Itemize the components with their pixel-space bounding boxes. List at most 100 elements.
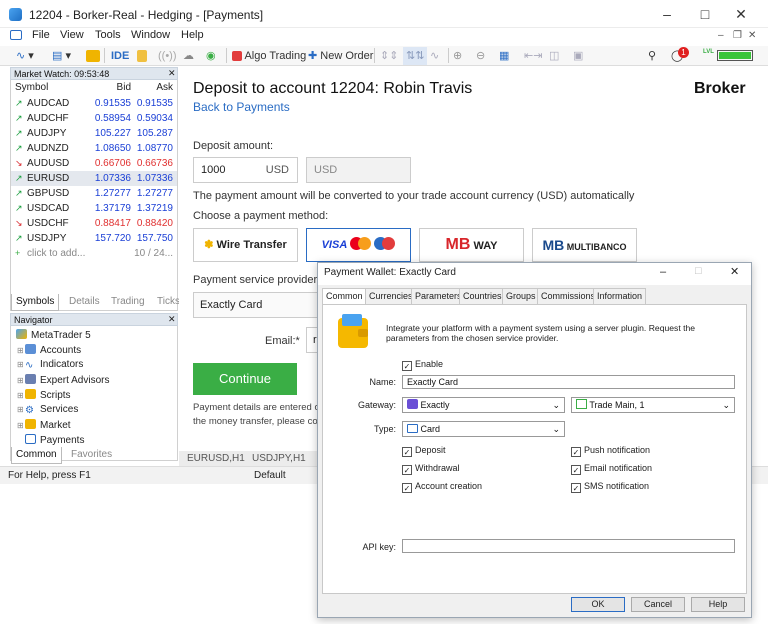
method-wire-transfer[interactable]: ✽ Wire Transfer — [193, 228, 298, 262]
table-row[interactable]: ↗ GBPUSD 1.27277 1.27277 — [11, 186, 177, 201]
window-menu-icon[interactable] — [10, 30, 22, 40]
cloud-icon[interactable]: ☁ — [183, 47, 194, 65]
help-button[interactable]: Help — [691, 597, 745, 612]
type-select[interactable]: Card ⌄ — [402, 421, 565, 437]
nav-item-expert-advisors[interactable]: ⊞ Expert Advisors — [17, 374, 109, 386]
dlg-tab-common[interactable]: Common — [322, 288, 367, 305]
lvl-label: LVL — [703, 49, 714, 55]
dlg-tab-information[interactable]: Information — [593, 288, 647, 304]
table-row[interactable]: ↗ EURUSD 1.07336 1.07336 — [11, 171, 177, 186]
menu-tools[interactable]: Tools — [95, 29, 121, 41]
withdrawal-checkbox[interactable]: ✓ Withdrawal — [402, 463, 460, 475]
tab-common[interactable]: Common — [11, 447, 62, 464]
search-icon[interactable]: ⚲ — [648, 47, 656, 65]
nav-item-market[interactable]: ⊞ Market — [17, 419, 71, 431]
api-key-input[interactable] — [402, 539, 735, 553]
dlg-tab-countries[interactable]: Countries — [459, 288, 506, 304]
name-input[interactable]: Exactly Card — [402, 375, 735, 389]
table-row[interactable]: ↘ USDCHF 0.88417 0.88420 — [11, 216, 177, 231]
grid-icon[interactable]: ▦ — [499, 47, 509, 65]
algo-trading-button[interactable]: Algo Trading — [232, 47, 306, 65]
table-row[interactable]: ↗ USDJPY 157.720 157.750 — [11, 231, 177, 246]
gateway-select[interactable]: Exactly ⌄ — [402, 397, 565, 413]
lock-icon[interactable] — [137, 47, 147, 65]
dlg-tab-parameters[interactable]: Parameters — [411, 288, 466, 304]
provider-select[interactable]: Exactly Card — [193, 292, 323, 318]
menu-help[interactable]: Help — [181, 29, 204, 41]
deposit-checkbox[interactable]: ✓ Deposit — [402, 445, 446, 457]
table-row[interactable]: ↘ AUDUSD 0.66706 0.66736 — [11, 156, 177, 171]
method-mbway[interactable]: MB WAY — [419, 228, 524, 262]
chart-tab-usdjpy[interactable]: USDJPY,H1 — [252, 451, 306, 466]
mdi-minimize-icon[interactable]: – — [718, 30, 724, 41]
chart-type-icon[interactable]: ∿ ▾ — [16, 47, 34, 65]
server-select[interactable]: Trade Main, 1 ⌄ — [571, 397, 735, 413]
nav-item-metatrader[interactable]: MetaTrader 5 — [16, 329, 91, 341]
tab-details[interactable]: Details — [65, 294, 104, 310]
enable-checkbox[interactable]: ✓ Enable — [402, 359, 443, 371]
email-notification-checkbox[interactable]: ✓ Email notification — [571, 463, 652, 475]
mdi-restore-icon[interactable]: ❐ — [733, 30, 742, 41]
tab-favorites[interactable]: Favorites — [67, 447, 116, 463]
dialog-close-icon[interactable]: ✕ — [730, 265, 739, 278]
menu-view[interactable]: View — [60, 29, 84, 41]
account-creation-checkbox[interactable]: ✓ Account creation — [402, 481, 482, 493]
market-icon[interactable] — [86, 47, 100, 65]
method-multibanco[interactable]: MB MULTIBANCO — [532, 228, 637, 262]
shift-icon[interactable]: ◫ — [549, 47, 559, 65]
check-icon: ✓ — [571, 483, 581, 493]
nav-item-scripts[interactable]: ⊞ Scripts — [17, 389, 71, 401]
col-ask[interactable]: Ask — [156, 81, 173, 95]
nav-item-indicators[interactable]: ⊞∿ Indicators — [17, 359, 83, 371]
minimize-icon[interactable]: – — [659, 6, 675, 22]
nav-item-payments[interactable]: Payments — [25, 434, 84, 446]
vps-icon[interactable]: ◉ — [206, 47, 216, 65]
sms-notification-checkbox[interactable]: ✓ SMS notification — [571, 481, 649, 493]
continue-button[interactable]: Continue — [193, 363, 297, 395]
chevron-down-icon: ⌄ — [552, 424, 560, 434]
menu-file[interactable]: File — [32, 29, 50, 41]
table-row[interactable]: ↗ AUDJPY 105.227 105.287 — [11, 126, 177, 141]
table-row[interactable]: ↗ AUDCHF 0.58954 0.59034 — [11, 111, 177, 126]
zoom-in-icon[interactable]: ⊕ — [453, 47, 462, 65]
method-visa-card[interactable]: VISA — [306, 228, 411, 262]
screenshot-icon[interactable]: ▣ — [573, 47, 583, 65]
dlg-tab-commissions[interactable]: Commissions — [537, 288, 600, 304]
bars-icon[interactable]: ⇕⇕ — [380, 47, 398, 65]
dialog-minimize-icon[interactable]: – — [660, 266, 666, 278]
tab-symbols[interactable]: Symbols — [11, 294, 60, 311]
chart-tab-eurusd[interactable]: EURUSD,H1 — [187, 451, 245, 466]
ok-button[interactable]: OK — [571, 597, 625, 612]
cancel-button[interactable]: Cancel — [631, 597, 685, 612]
table-row[interactable]: ↗ AUDNZD 1.08650 1.08770 — [11, 141, 177, 156]
nav-item-accounts[interactable]: ⊞ Accounts — [17, 344, 81, 356]
dlg-tab-groups[interactable]: Groups — [502, 288, 540, 304]
candles-icon[interactable]: ⇅⇅ — [403, 47, 428, 65]
type-label: Type: — [373, 424, 396, 434]
line-chart-icon[interactable]: ∿ — [430, 47, 439, 65]
autoscroll-icon[interactable]: ⇤⇥ — [524, 47, 542, 65]
col-symbol[interactable]: Symbol — [15, 81, 48, 95]
table-row[interactable]: ↗ USDCAD 1.37179 1.37219 — [11, 201, 177, 216]
add-symbol-row[interactable]: + click to add... 10 / 24... — [11, 246, 177, 261]
maximize-icon[interactable]: □ — [697, 6, 713, 22]
mdi-close-icon[interactable]: ✕ — [748, 30, 756, 41]
menu-window[interactable]: Window — [131, 29, 170, 41]
push-notification-checkbox[interactable]: ✓ Push notification — [571, 445, 650, 457]
back-to-payments-link[interactable]: Back to Payments — [193, 100, 290, 114]
nav-item-services[interactable]: ⊞⚙ Services — [17, 404, 78, 416]
navigator-close-icon[interactable]: ✕ — [168, 314, 176, 325]
close-icon[interactable]: ✕ — [733, 6, 749, 22]
deposit-amount-input[interactable]: 1000 USD — [193, 157, 298, 183]
dlg-tab-currencies[interactable]: Currencies — [365, 288, 417, 304]
timeframe-icon[interactable]: ▤ ▾ — [52, 47, 71, 65]
zoom-out-icon[interactable]: ⊖ — [476, 47, 485, 65]
col-bid[interactable]: Bid — [117, 81, 131, 95]
ide-button[interactable]: IDE — [111, 47, 129, 65]
table-row[interactable]: ↗ AUDCAD 0.91535 0.91535 — [11, 96, 177, 111]
new-order-button[interactable]: ✚ New Order — [308, 47, 373, 65]
tab-trading[interactable]: Trading — [107, 294, 149, 310]
market-watch-tabs: Symbols Details Trading Ticks — [11, 294, 180, 311]
signal-icon[interactable]: ((•)) — [158, 47, 177, 65]
market-watch-close-icon[interactable]: ✕ — [168, 68, 176, 79]
